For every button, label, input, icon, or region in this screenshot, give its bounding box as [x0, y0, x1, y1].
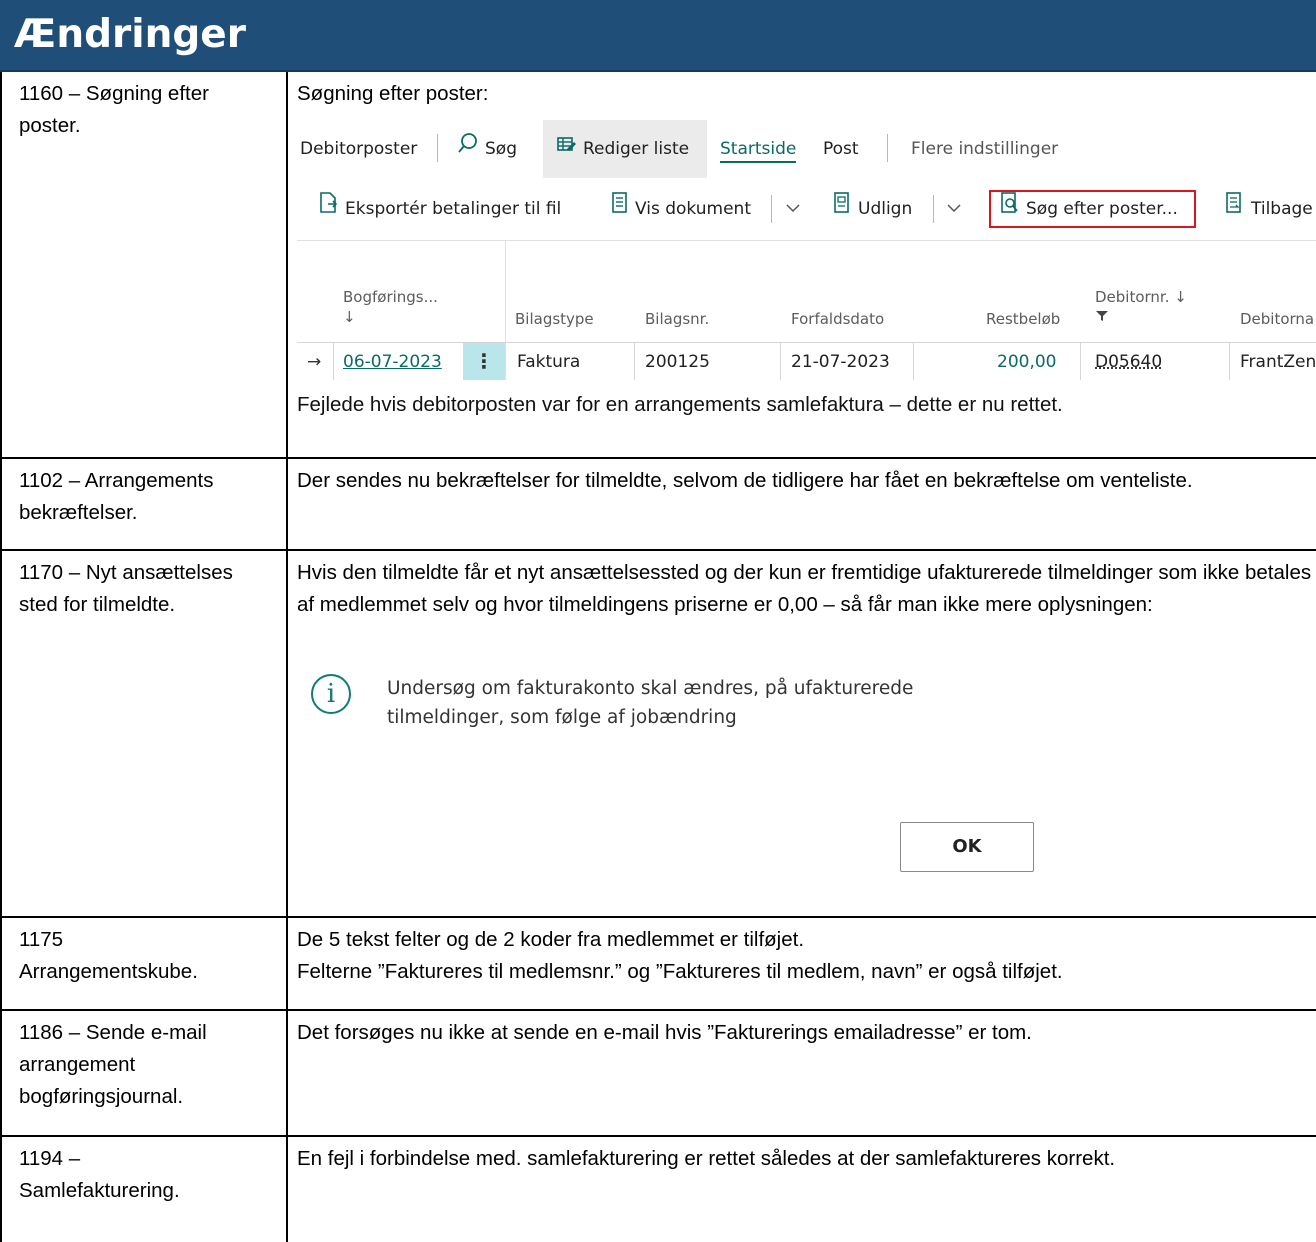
cell-divider	[333, 342, 334, 380]
apply-entries-button[interactable]: Udlign	[832, 178, 912, 240]
column-header-customer-no[interactable]: Debitornr. ↓	[1095, 288, 1187, 306]
change-description: Søgning efter poster:	[297, 78, 1312, 110]
section-title: Ændringer	[14, 12, 246, 57]
show-document-button[interactable]: Vis dokument	[611, 178, 751, 240]
document-page: Ændringer 1160 – Søgning efter poster. S…	[0, 0, 1316, 1242]
bc-page-title: Debitorposter	[300, 139, 418, 159]
change-id-label: 1186 – Sende e-mail arrangement bogførin…	[19, 1021, 207, 1108]
tab-more-options[interactable]: Flere indstillinger	[911, 120, 1058, 178]
sort-arrow-icon: ↓	[343, 308, 356, 326]
change-id-label: 1170 – Nyt ansættelses sted for tilmeldt…	[19, 561, 233, 616]
filter-icon	[1095, 308, 1109, 326]
info-dialog-screenshot: i Undersøg om fakturakonto skal ændres, …	[297, 660, 1316, 890]
cell-divider	[1229, 342, 1230, 380]
export-payments-button[interactable]: Eksportér betalinger til fil	[319, 178, 561, 240]
document-icon	[611, 178, 629, 240]
apply-dropdown[interactable]	[946, 178, 962, 240]
ok-button[interactable]: OK	[900, 822, 1034, 872]
column-header-posting-date[interactable]: Bogførings...	[343, 288, 438, 306]
search-icon	[457, 120, 479, 178]
dialog-message-line: tilmeldinger, som følge af jobændring	[387, 707, 737, 728]
bc-action-bar: Eksportér betalinger til fil Vis dokumen…	[297, 178, 1316, 241]
bc-ledger-grid: Bogførings... ↓ Bilagstype Bilagsnr. For…	[297, 240, 1316, 380]
description-intro: Søgning efter poster:	[297, 82, 489, 105]
tab-divider	[437, 134, 438, 162]
row-current-arrow-icon: →	[307, 352, 322, 372]
edit-list-icon	[557, 120, 577, 178]
change-row-1175: 1175 Arrangementskube. De 5 tekst felter…	[0, 918, 1316, 1011]
reverse-icon	[1225, 178, 1245, 240]
doc-type-cell: Faktura	[517, 352, 581, 372]
split-divider	[933, 195, 934, 223]
description-line: Felterne ”Faktureres til medlemsnr.” og …	[297, 960, 1063, 983]
export-payments-label: Eksportér betalinger til fil	[345, 199, 562, 219]
apply-entries-label: Udlign	[858, 199, 913, 219]
change-id-label: 1102 – Arrangements bekræftelser.	[19, 469, 214, 524]
dialog-message: Undersøg om fakturakonto skal ændres, på…	[387, 674, 1007, 732]
dialog-message-line: Undersøg om fakturakonto skal ændres, på…	[387, 678, 914, 699]
cell-divider	[780, 342, 781, 380]
posting-date-link[interactable]: 06-07-2023	[343, 344, 442, 380]
change-description: De 5 tekst felter og de 2 koder fra medl…	[297, 924, 1312, 988]
tab-home[interactable]: Startside	[720, 120, 797, 178]
chevron-down-icon	[946, 199, 962, 219]
tab-search-label: Søg	[485, 139, 517, 159]
change-description: Der sendes nu bekræftelser for tilmeldte…	[297, 469, 1193, 492]
sort-arrow-icon: ↓	[1174, 288, 1187, 306]
row-menu-icon[interactable]: ⋮	[463, 343, 505, 380]
column-header-doc-no[interactable]: Bilagsnr.	[645, 310, 709, 328]
tab-post[interactable]: Post	[823, 120, 859, 178]
show-document-dropdown[interactable]	[785, 178, 801, 240]
change-id-label: 1175 Arrangementskube.	[19, 928, 198, 983]
customer-name-cell: FrantZen	[1240, 352, 1316, 372]
table-left-border	[0, 72, 2, 1242]
tab-home-label: Startside	[720, 139, 797, 163]
change-row-1186: 1186 – Sende e-mail arrangement bogførin…	[0, 1011, 1316, 1137]
customer-no-label: Debitornr.	[1095, 288, 1170, 306]
table-column-divider	[286, 72, 288, 1242]
due-date-cell: 21-07-2023	[791, 352, 890, 372]
tab-divider	[887, 134, 888, 162]
change-description: Det forsøges nu ikke at sende en e-mail …	[297, 1021, 1032, 1044]
change-description: Hvis den tilmeldte får et nyt ansættelse…	[297, 561, 1312, 616]
info-icon: i	[311, 674, 351, 714]
tab-edit-list[interactable]: Rediger liste	[543, 120, 707, 178]
reverse-button[interactable]: Tilbage	[1225, 178, 1313, 240]
highlight-box	[989, 190, 1196, 228]
doc-no-cell: 200125	[645, 352, 710, 372]
reverse-label: Tilbage	[1251, 199, 1313, 219]
show-document-label: Vis dokument	[635, 199, 751, 219]
bc-tab-bar: Debitorposter Søg Rediger liste Startsid…	[297, 120, 1316, 178]
change-row-1102: 1102 – Arrangements bekræftelser. Der se…	[0, 459, 1316, 551]
split-divider	[771, 195, 772, 223]
section-header: Ændringer	[0, 0, 1316, 72]
column-header-doc-type[interactable]: Bilagstype	[515, 310, 594, 328]
apply-icon	[832, 178, 852, 240]
change-row-1194: 1194 – Samlefakturering. En fejl i forbi…	[0, 1137, 1316, 1242]
cell-divider	[913, 342, 914, 380]
column-header-due-date[interactable]: Forfaldsdato	[791, 310, 884, 328]
chevron-down-icon	[785, 199, 801, 219]
column-header-remaining[interactable]: Restbeløb	[986, 310, 1060, 328]
export-file-icon	[319, 178, 339, 240]
cell-divider	[1080, 342, 1081, 380]
change-id-label: 1194 – Samlefakturering.	[19, 1147, 180, 1202]
column-header-customer-name[interactable]: Debitorna	[1240, 310, 1314, 328]
remaining-amount-cell[interactable]: 200,00	[997, 344, 1056, 380]
change-description: En fejl i forbindelse med. samlefakturer…	[297, 1147, 1116, 1170]
tab-search[interactable]: Søg	[457, 120, 517, 178]
cell-divider	[634, 342, 635, 380]
customer-no-cell[interactable]: D05640	[1095, 344, 1162, 380]
description-line: De 5 tekst felter og de 2 koder fra medl…	[297, 928, 805, 951]
change-id-label: 1160 – Søgning efter poster.	[19, 82, 209, 137]
tab-edit-list-label: Rediger liste	[583, 139, 690, 159]
description-result: Fejlede hvis debitorposten var for en ar…	[297, 393, 1063, 416]
bc-customer-ledger-screenshot: Debitorposter Søg Rediger liste Startsid…	[297, 120, 1316, 380]
